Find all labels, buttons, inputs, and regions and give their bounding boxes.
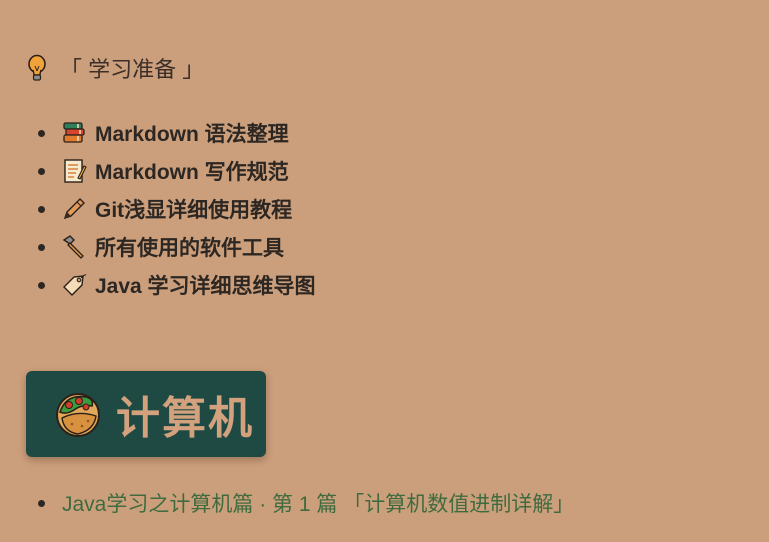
bullet-dot (38, 243, 45, 251)
bullet-dot (38, 129, 45, 137)
section-title-text: 「 学习准备 」 (60, 57, 205, 82)
article-list: Java学习之计算机篇 · 第 1 篇 「计算机数值进制详解」 (38, 486, 574, 520)
bullet-dot (38, 205, 45, 213)
prep-item-label: Java 学习详细思维导图 (95, 275, 316, 298)
bullet-dot (38, 281, 45, 289)
pen-icon (61, 196, 87, 222)
prep-item-label: Markdown 写作规范 (95, 161, 289, 184)
list-item[interactable]: Git浅显详细使用教程 (38, 190, 316, 228)
list-item[interactable]: 所有使用的软件工具 (38, 228, 316, 266)
computer-category-badge: 计算机 (26, 371, 266, 457)
badge-title: 计算机 (116, 394, 254, 443)
taco-icon (52, 388, 104, 440)
article-link[interactable]: Java学习之计算机篇 · 第 1 篇 「计算机数值进制详解」 (62, 488, 574, 518)
label-tag-icon (61, 272, 87, 298)
lightbulb-icon (26, 54, 48, 82)
prep-list: Markdown 语法整理 Markdown 写作规范 Git浅显详细使用教程 (38, 114, 316, 304)
memo-icon (61, 158, 87, 184)
list-item[interactable]: Markdown 写作规范 (38, 152, 316, 190)
prep-item-label: Markdown 语法整理 (95, 123, 289, 146)
list-item[interactable]: Java 学习详细思维导图 (38, 266, 316, 304)
section-heading: 「 学习准备 」 (26, 52, 204, 84)
list-item[interactable]: Java学习之计算机篇 · 第 1 篇 「计算机数值进制详解」 (38, 486, 574, 520)
books-icon (61, 120, 87, 146)
hammer-icon (61, 234, 87, 260)
prep-item-label: Git浅显详细使用教程 (95, 199, 293, 222)
bullet-dot (38, 167, 45, 175)
bullet-dot (38, 499, 45, 507)
list-item[interactable]: Markdown 语法整理 (38, 114, 316, 152)
prep-item-label: 所有使用的软件工具 (95, 237, 284, 260)
